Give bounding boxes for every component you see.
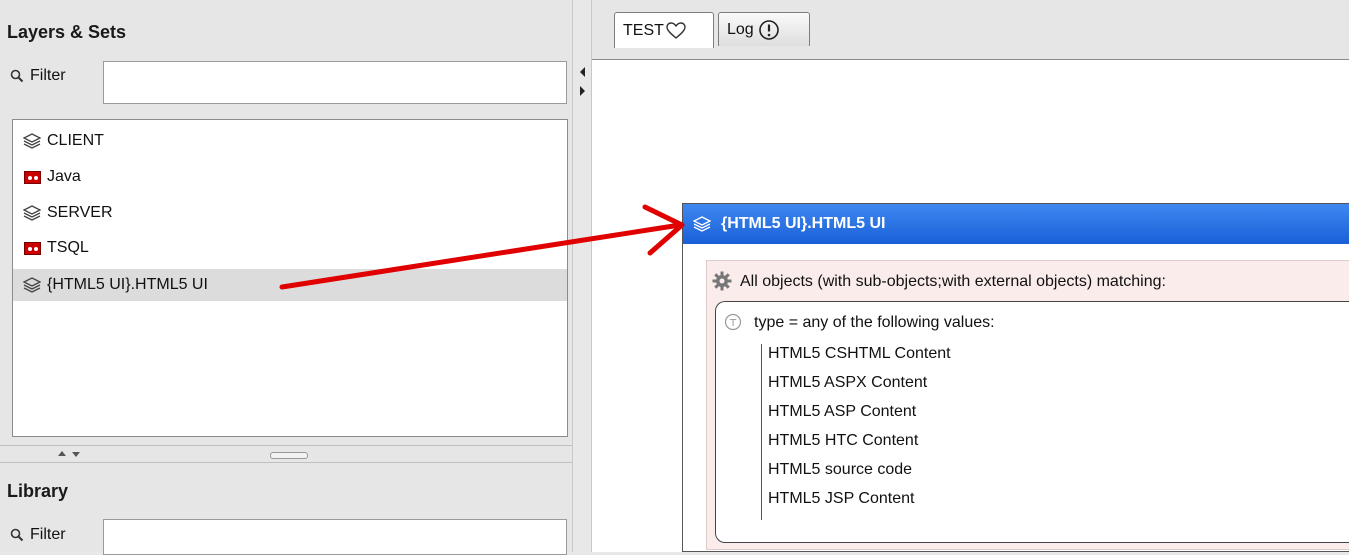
layers-sets-title: Layers & Sets [7,22,127,42]
table-icon [21,239,43,257]
list-item-tsql[interactable]: TSQL [13,233,573,263]
list-item-server[interactable]: SERVER [13,198,573,228]
layers-icon [21,204,43,222]
heart-outline-icon [666,21,686,39]
svg-text:T: T [729,318,737,329]
set-view-box: {HTML5 UI}.HTML5 UI All objects (with su… [682,203,1349,552]
list-item-java[interactable]: Java [13,162,573,192]
tab-bar: TEST Log [592,0,1349,60]
search-icon [10,69,24,83]
list-item-label: {HTML5 UI}.HTML5 UI [47,276,208,293]
rule-block[interactable]: T type = any of the following values: HT… [715,301,1349,543]
layers-filter-label: Filter [30,67,66,84]
list-item-label: Java [47,168,81,185]
collapse-arrows-icon[interactable] [56,449,86,459]
set-header[interactable]: {HTML5 UI}.HTML5 UI [683,204,1349,244]
panel-divider[interactable] [572,0,592,552]
value-item: HTML5 HTC Content [768,432,919,449]
tab-test[interactable]: TEST [614,12,714,48]
condition-block[interactable]: All objects (with sub-objects;with exter… [706,260,1349,550]
drag-grip-icon[interactable] [270,452,308,459]
layers-filter-input[interactable] [103,61,567,104]
value-item: HTML5 JSP Content [768,490,915,507]
list-item-label: SERVER [47,204,113,221]
condition-text: All objects (with sub-objects;with exter… [740,273,1166,290]
value-item: HTML5 source code [768,461,913,478]
list-item-client[interactable]: CLIENT [13,126,573,156]
layers-icon [21,276,43,294]
layers-sets-panel: Layers & Sets Filter CLIENT Java SERVER [0,0,572,555]
list-item-html5-ui[interactable]: {HTML5 UI}.HTML5 UI [13,269,567,301]
tab-label: TEST [623,21,664,39]
value-item: HTML5 ASP Content [768,403,917,420]
list-item-label: TSQL [47,239,89,256]
set-header-title: {HTML5 UI}.HTML5 UI [721,215,886,232]
expand-collapse-arrows-icon[interactable] [578,66,588,106]
tab-label: Log [727,20,754,38]
value-item: HTML5 CSHTML Content [768,345,951,362]
rule-text: type = any of the following values: [754,314,995,331]
list-item-label: CLIENT [47,132,104,149]
type-t-icon: T [724,313,742,331]
library-title: Library [7,481,69,501]
values-bracket [761,344,762,520]
split-handle[interactable] [0,445,572,463]
exclamation-circle-icon [758,19,779,40]
tab-log[interactable]: Log [718,12,810,46]
layers-filter-label-row: Filter [10,67,66,85]
value-item: HTML5 ASPX Content [768,374,928,391]
layers-icon [21,132,43,150]
library-filter-label-row: Filter [10,526,66,544]
search-icon [10,528,24,542]
layers-list: CLIENT Java SERVER TSQL {HTML5 UI}.HTML5… [12,119,568,437]
gear-icon [712,271,732,291]
layers-icon [693,216,711,232]
table-icon [21,168,43,186]
library-filter-input[interactable] [103,519,567,555]
library-filter-label: Filter [30,526,66,543]
